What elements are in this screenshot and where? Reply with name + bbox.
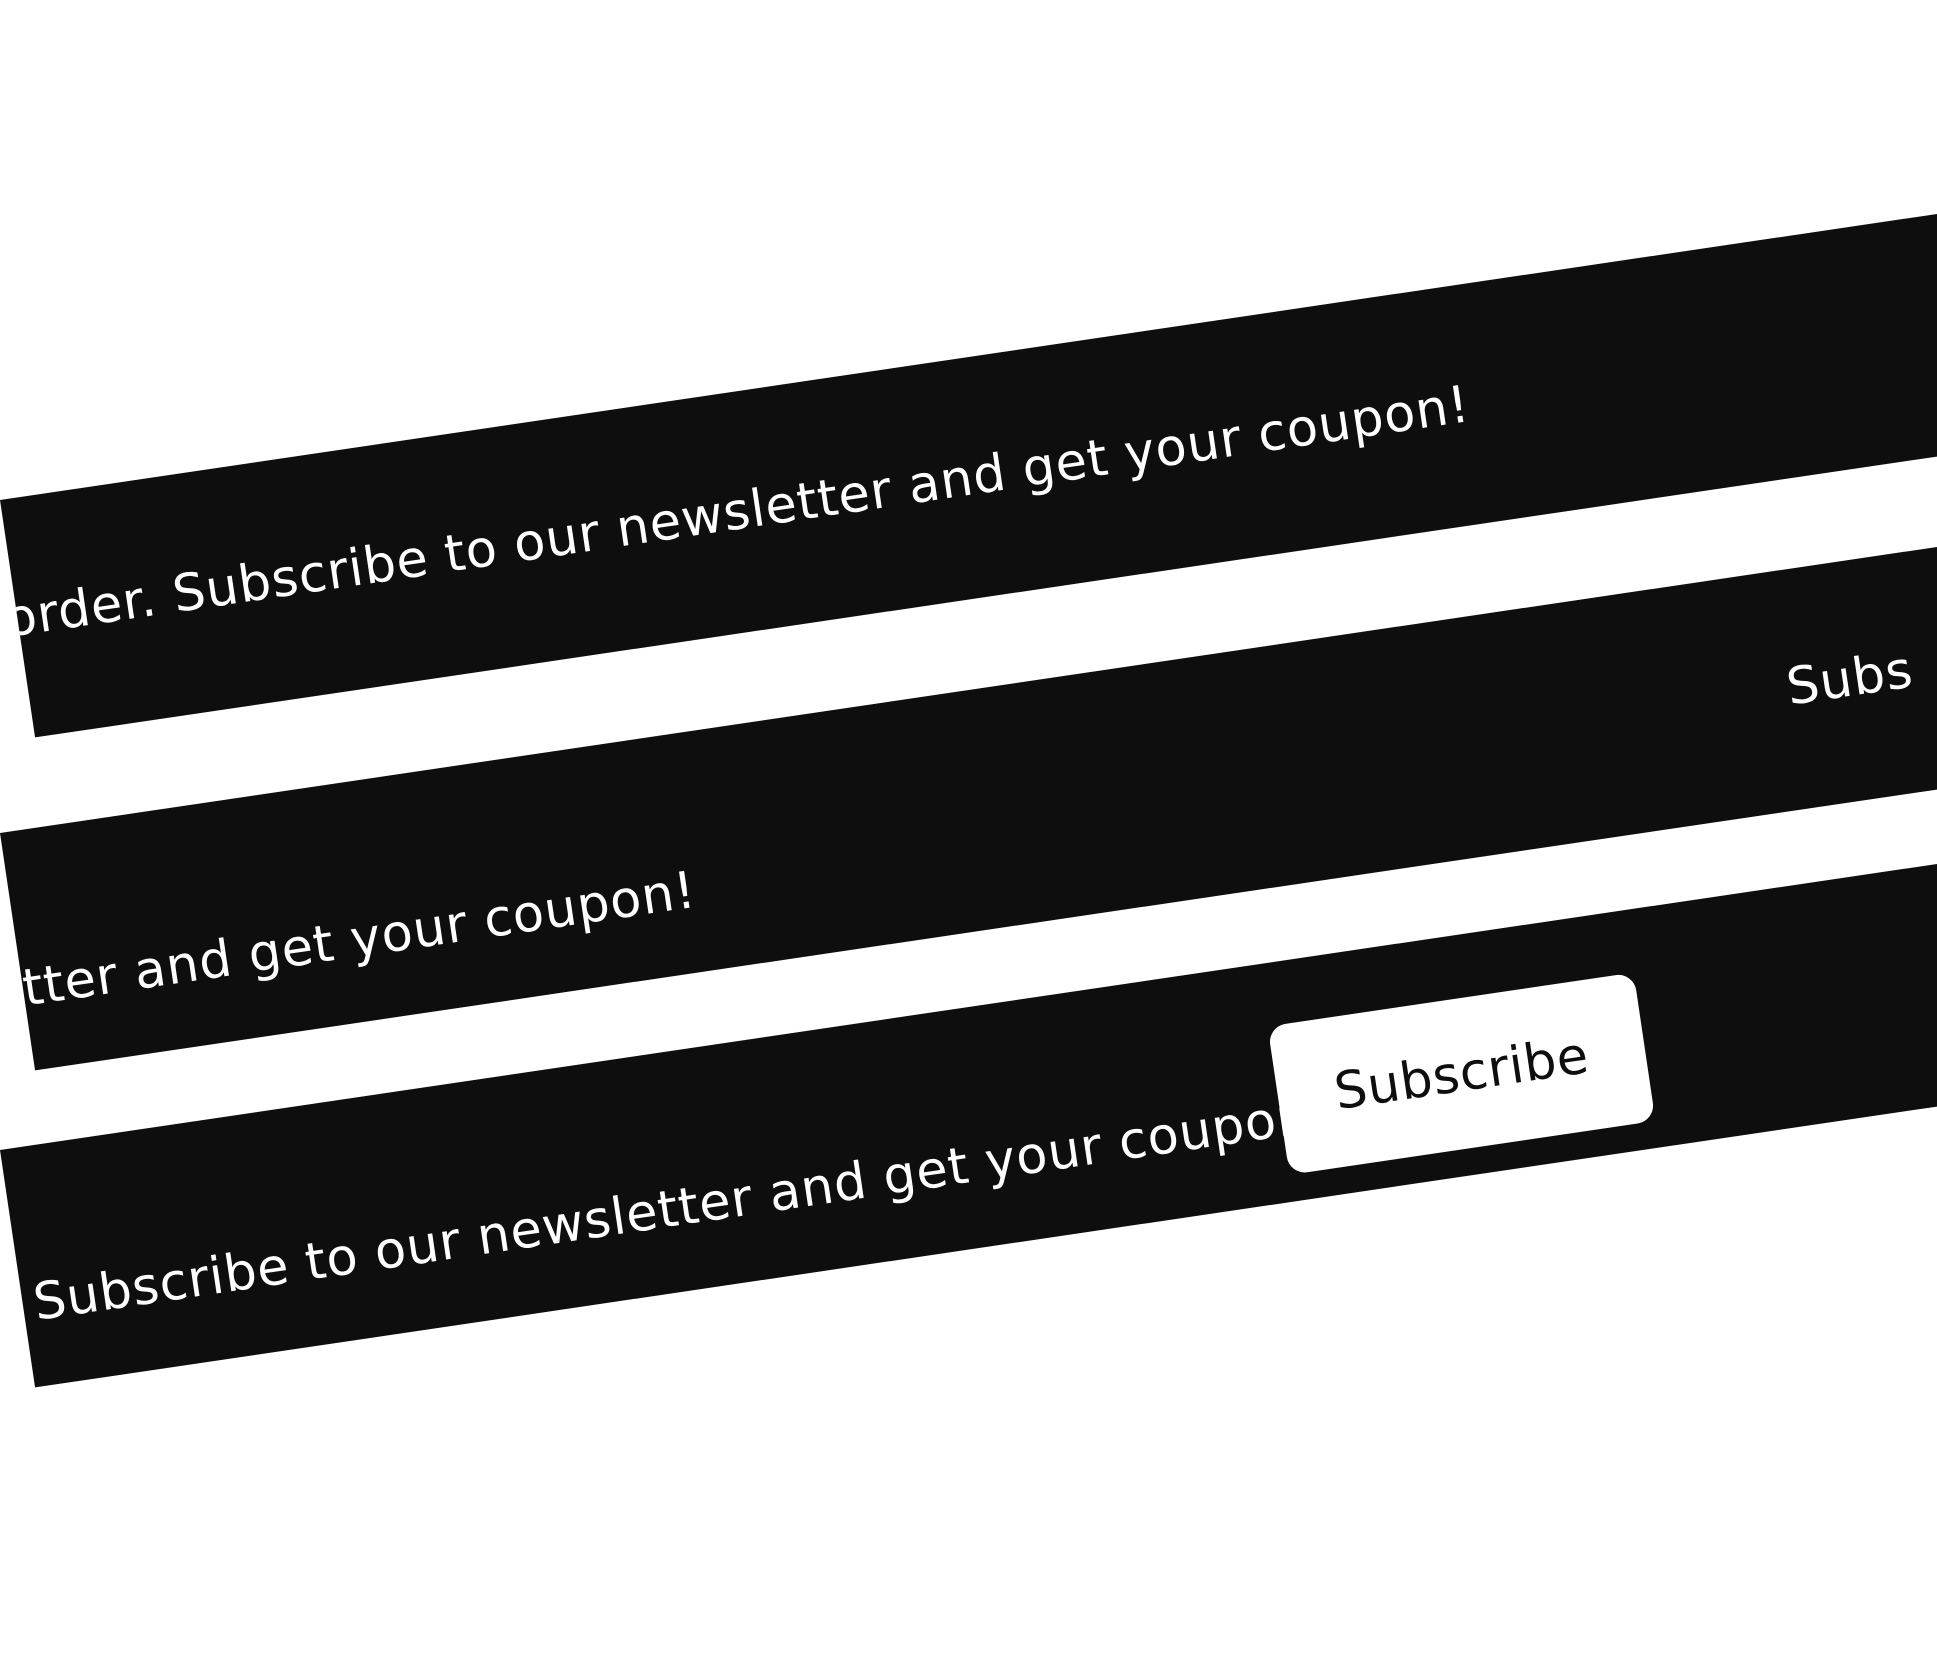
banner-trailing-text: Subs <box>1782 640 1917 718</box>
banner-message: r. Subscribe to our newsletter and get y… <box>0 1083 1335 1341</box>
page: order. Subscribe to our newsletter and g… <box>0 0 1937 1660</box>
banner-message: etter and get your coupon! <box>0 860 700 1024</box>
banner-message: order. Subscribe to our newsletter and g… <box>1 375 1474 650</box>
subscribe-button[interactable]: Subscribe <box>1267 972 1656 1175</box>
